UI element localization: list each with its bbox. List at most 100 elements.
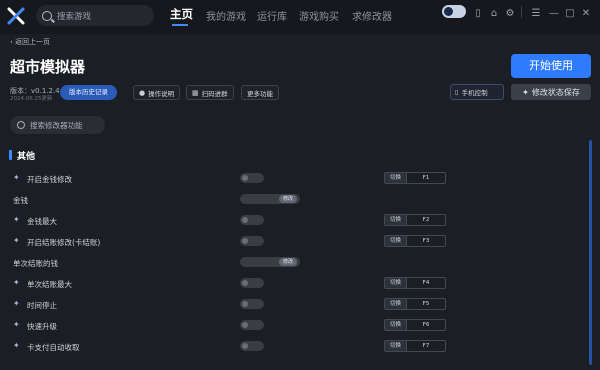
feature-toggle[interactable] [240,299,264,309]
version-history-button[interactable]: 版本历史记录 [60,85,117,100]
hotkey-switch-label: 切换 [385,320,407,330]
sparkle-icon: ✦ [13,299,20,308]
feature-toggle[interactable] [240,278,264,288]
shirt-icon[interactable]: ⌂ [488,8,500,20]
hotkey-key: F4 [422,280,430,286]
modify-button[interactable]: 修改 [279,258,297,266]
sparkle-icon: ✦ [522,87,529,97]
app-logo-icon[interactable] [7,7,25,25]
feature-row: ✦ 时间停止 切换 F5 [0,294,588,315]
feature-row: ✦ 单次结账最大 切换 F4 [0,273,588,294]
nav-home[interactable]: 主页 [170,6,193,22]
maximize-icon[interactable]: □ [564,8,576,20]
feature-label: 开启金钱修改 [27,175,72,184]
hotkey-switch-label: 切换 [385,173,407,183]
phone-control-button[interactable]: ▯ 手机控制 [450,84,504,100]
nav-active-indicator [172,24,188,26]
feature-row: ✦ 卡支付自动收取 切换 F7 [0,336,588,357]
feature-label: 金钱最大 [27,217,57,226]
sparkle-icon: ✦ [13,236,20,245]
section-title: 其他 [17,152,36,162]
feature-label: 单次结账的钱 [13,259,58,268]
feature-toggle[interactable] [240,341,264,351]
hotkey-switch-label: 切换 [385,236,407,246]
feature-label: 单次结账最大 [27,280,72,289]
more-features-button[interactable]: 更多功能 [241,85,279,100]
hotkey-switch-label: 切换 [385,341,407,351]
divider [521,6,522,18]
feature-row: 金钱 修改 [0,189,588,210]
save-state-label: 修改状态保存 [531,87,580,97]
feature-list: ✦ 开启金钱修改 切换 F1 金钱 修改 ✦ 金钱最大 切换 F2 ✦ 开启结账修改(卡结账) 切换 F3… [0,168,588,370]
feature-toggle[interactable] [240,215,264,225]
hotkey-key: F3 [422,238,430,244]
close-icon[interactable]: ✕ [580,8,592,20]
feature-label: 开启结账修改(卡结账) [27,238,101,247]
feature-row: ✦ 金钱最大 切换 F2 [0,210,588,231]
section-accent-bar [9,150,12,160]
value-modify-slider[interactable]: 修改 [240,257,300,267]
nav-my-games[interactable]: 我的游戏 [206,8,246,23]
nav-request-trainer[interactable]: 求修改器 [352,8,392,23]
phone-control-label: 手机控制 [461,89,488,97]
feature-row: 单次结账的钱 修改 [0,252,588,273]
page-title: 超市模拟器 [10,58,86,76]
hotkey-key: F6 [422,322,430,328]
sparkle-icon: ✦ [13,341,20,350]
sparkle-icon: ✦ [13,278,20,287]
feature-row: ✦ 开启金钱修改 切换 F1 [0,168,588,189]
hotkey-key: F2 [422,217,430,223]
feature-row: ✦ 开启结账修改(卡结账) 切换 F3 [0,231,588,252]
feature-toggle[interactable] [240,236,264,246]
feature-toggle[interactable] [240,320,264,330]
feature-toggle[interactable] [240,173,264,183]
update-date: 2024.06.25更新 [10,96,53,102]
sparkle-icon: ✦ [13,173,20,182]
feature-search-placeholder: 搜索修改器功能 [30,120,83,130]
hotkey-field[interactable]: 切换 F7 [384,340,446,352]
qr-icon: ▦ [192,88,199,97]
info-icon: ● [139,88,146,97]
more-features-label: 更多功能 [247,89,273,98]
hotkey-switch-label: 切换 [385,215,407,225]
hotkey-field[interactable]: 切换 F3 [384,235,446,247]
search-icon [17,121,25,129]
hotkey-switch-label: 切换 [385,278,407,288]
nav-runtime[interactable]: 运行库 [257,8,287,23]
minimize-icon[interactable]: — [548,8,560,20]
hotkey-field[interactable]: 切换 F6 [384,319,446,331]
feature-label: 快速升级 [27,322,57,331]
back-link[interactable]: ‹ 返回上一页 [10,37,50,47]
hotkey-field[interactable]: 切换 F4 [384,277,446,289]
hotkey-key: F5 [422,301,430,307]
hotkey-field[interactable]: 切换 F1 [384,172,446,184]
menu-icon[interactable]: ☰ [530,8,542,20]
modify-button[interactable]: 修改 [279,195,297,203]
scan-join-group-label: 扫码进群 [201,89,228,98]
game-search-input[interactable]: 搜索游戏 [36,5,154,26]
sparkle-icon: ✦ [13,320,20,329]
hotkey-key: F7 [422,343,430,349]
user-avatar-toggle[interactable] [442,5,466,18]
feature-label: 金钱 [13,196,28,205]
hotkey-field[interactable]: 切换 F2 [384,214,446,226]
nav-game-purchase[interactable]: 游戏购买 [299,8,339,23]
feature-label: 时间停止 [27,301,57,310]
phone-icon[interactable]: ▯ [472,8,484,20]
instructions-button[interactable]: ● 操作说明 [133,85,181,100]
hotkey-field[interactable]: 切换 F5 [384,298,446,310]
scrollbar[interactable] [589,140,592,365]
search-placeholder: 搜索游戏 [57,11,92,22]
feature-search-input[interactable]: 搜索修改器功能 [10,116,105,134]
value-modify-slider[interactable]: 修改 [240,194,300,204]
instructions-label: 操作说明 [148,89,175,98]
start-button[interactable]: 开始使用 [511,54,591,78]
save-state-button[interactable]: ✦ 修改状态保存 [511,84,591,100]
phone-icon: ▯ [455,88,459,96]
scan-join-group-button[interactable]: ▦ 扫码进群 [186,85,234,100]
gear-icon[interactable]: ⚙ [504,8,516,20]
feature-label: 卡支付自动收取 [27,343,80,352]
sparkle-icon: ✦ [13,215,20,224]
hotkey-key: F1 [422,175,430,181]
back-label: 返回上一页 [15,38,51,46]
